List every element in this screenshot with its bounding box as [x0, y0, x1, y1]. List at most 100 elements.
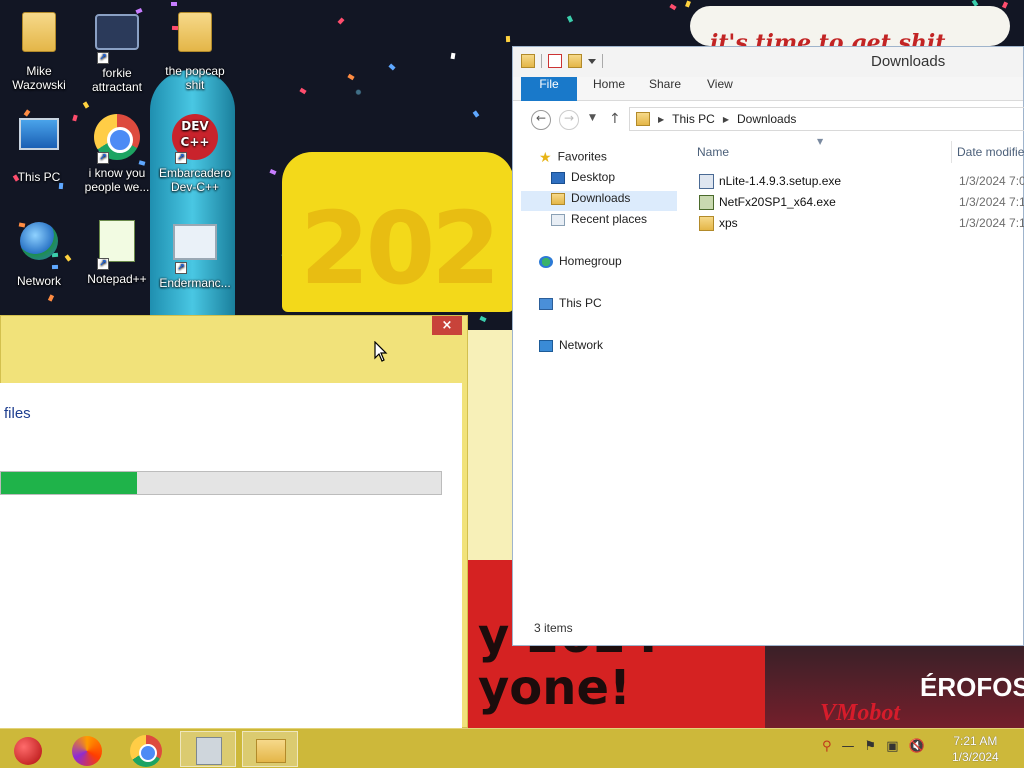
action-center-flag-icon[interactable]: ⚑ — [865, 739, 877, 754]
nav-label: This PC — [559, 296, 602, 310]
up-button[interactable]: ↑ — [609, 111, 621, 127]
nav-homegroup[interactable]: Homegroup — [539, 254, 622, 274]
tab-view[interactable]: View — [693, 77, 747, 101]
taskbar-app-setup[interactable] — [180, 731, 236, 767]
confetti-piece — [566, 15, 574, 23]
nav-label: Favorites — [557, 149, 607, 164]
nav-label: Downloads — [571, 191, 631, 205]
nav-favorites[interactable]: ★ Favorites — [539, 149, 607, 169]
new-folder-icon[interactable] — [568, 54, 582, 68]
chevron-down-icon[interactable] — [588, 58, 596, 64]
installer-icon — [699, 195, 714, 210]
firefox-icon — [72, 736, 102, 766]
taskbar-app-chrome[interactable] — [118, 731, 174, 767]
show-hidden-icons-icon[interactable]: — — [842, 739, 855, 754]
nav-desktop[interactable]: Desktop — [551, 170, 615, 190]
desktop-icon-network[interactable]: Network — [0, 216, 78, 288]
system-tray: ⚲ — ⚑ ▣ 🔇 — [822, 739, 925, 754]
breadcrumb-this-pc[interactable]: This PC — [672, 112, 715, 126]
wallpaper-city-sign2: VMobot — [820, 700, 901, 726]
app-shortcut-icon: ↗ — [93, 14, 141, 64]
sort-caret-icon: ▼ — [817, 137, 824, 146]
homegroup-icon — [539, 255, 553, 268]
dialog-close-button[interactable]: × — [432, 316, 462, 335]
desktop-icon-label: i know you people we... — [84, 166, 150, 194]
computer-icon — [15, 118, 63, 166]
taskbar: ⚲ — ⚑ ▣ 🔇 7:21 AM 1/3/2024 — [0, 728, 1024, 768]
desktop-icon-chrome-shortcut[interactable]: ↗ i know you people we... — [78, 112, 156, 194]
qat-divider — [602, 54, 603, 68]
taskbar-clock[interactable]: 7:21 AM 1/3/2024 — [952, 733, 999, 765]
file-row[interactable]: NetFx20SP1_x64.exe 1/3/2024 7:11 — [693, 192, 1024, 213]
desktop-icon-label: This PC — [17, 170, 61, 184]
tab-home[interactable]: Home — [579, 77, 639, 101]
file-date: 1/3/2024 7:11 — [959, 195, 1024, 209]
search-icon[interactable]: ⚲ — [822, 739, 832, 754]
wallpaper-cake-text: 202 — [300, 190, 501, 307]
installer-icon — [699, 174, 714, 189]
clock-time: 7:21 AM — [953, 734, 998, 748]
column-divider[interactable] — [951, 141, 952, 163]
properties-icon[interactable] — [548, 54, 562, 68]
recent-locations-chevron-icon[interactable]: ▼ — [589, 113, 596, 123]
nav-recent-places[interactable]: Recent places — [551, 212, 647, 232]
navigation-pane: ★ Favorites Desktop Downloads Recent plac… — [521, 143, 681, 613]
file-row[interactable]: nLite-1.4.9.3.setup.exe 1/3/2024 7:04 — [693, 171, 1024, 192]
nav-this-pc[interactable]: This PC — [539, 296, 602, 316]
breadcrumb-arrow-icon[interactable]: ▶ — [658, 115, 664, 124]
title-bar[interactable]: Downloads — [513, 47, 1023, 77]
desktop-icon — [551, 171, 565, 184]
quick-access-toolbar — [521, 54, 603, 68]
nav-downloads[interactable]: Downloads — [521, 191, 677, 211]
desktop-icon-devcpp[interactable]: DEV C++ ↗ Embarcadero Dev-C++ — [156, 112, 234, 194]
desktop-icon-label: Endermanc... — [159, 276, 231, 290]
confetti-piece — [450, 52, 456, 60]
nav-label: Homegroup — [559, 254, 622, 268]
confetti-piece — [505, 35, 511, 43]
status-bar: 3 items — [534, 621, 573, 635]
confetti-piece — [82, 101, 90, 109]
tab-share[interactable]: Share — [635, 77, 695, 101]
network-icon — [15, 222, 63, 270]
setup-icon — [196, 737, 222, 765]
breadcrumb-downloads[interactable]: Downloads — [737, 112, 796, 126]
folder-icon[interactable] — [521, 54, 535, 68]
file-name: nLite-1.4.9.3.setup.exe — [719, 174, 842, 188]
confetti-piece — [685, 0, 691, 8]
taskbar-app-ornament[interactable] — [0, 731, 56, 767]
volume-muted-icon[interactable]: 🔇 — [908, 739, 924, 754]
desktop-icon-mike-wazowski[interactable]: Mike Wazowski — [0, 8, 78, 92]
star-icon: ★ — [539, 149, 552, 165]
progress-bar-fill — [1, 472, 138, 494]
confetti-piece — [170, 1, 178, 7]
confetti-piece — [1001, 1, 1009, 9]
back-button[interactable]: ← — [531, 110, 551, 130]
chrome-icon: ↗ — [93, 114, 141, 164]
address-bar[interactable]: ▶ This PC ▶ Downloads — [629, 107, 1024, 131]
file-row[interactable]: xps 1/3/2024 7:13 — [693, 213, 1024, 234]
breadcrumb-arrow-icon[interactable]: ▶ — [723, 115, 729, 124]
confetti-piece — [472, 110, 480, 118]
desktop-icon-endermanch[interactable]: ↗ Endermanc... — [156, 216, 234, 290]
tab-file[interactable]: File — [521, 77, 577, 101]
desktop-icon-label: Network — [16, 274, 61, 288]
forward-button[interactable]: → — [559, 110, 579, 130]
desktop-icon-popcap[interactable]: the popcap shit — [156, 8, 234, 92]
file-name: xps — [719, 216, 738, 230]
taskbar-app-file-explorer[interactable] — [242, 731, 298, 767]
address-row: ← → ▼ ↑ ▶ This PC ▶ Downloads — [513, 101, 1024, 137]
desktop-icon-this-pc[interactable]: This PC — [0, 112, 78, 184]
desktop-icon-label: Mike Wazowski — [12, 64, 66, 92]
network-tray-icon[interactable]: ▣ — [886, 739, 898, 754]
network-icon — [539, 339, 553, 352]
file-date: 1/3/2024 7:13 — [959, 216, 1024, 230]
desktop-icon-notepadpp[interactable]: ↗ Notepad++ — [78, 216, 156, 286]
column-header-name[interactable]: Name — [697, 145, 729, 159]
devcpp-icon: DEV C++ ↗ — [171, 114, 219, 164]
taskbar-app-firefox[interactable] — [58, 731, 114, 767]
column-header-date[interactable]: Date modifie — [957, 145, 1024, 159]
folder-icon — [171, 12, 219, 60]
explorer-window: Downloads File Home Share View ← → ▼ ↑ ▶… — [512, 46, 1024, 646]
desktop-icon-forkie-attractant[interactable]: ↗ forkie attractant — [78, 8, 156, 94]
nav-network[interactable]: Network — [539, 338, 603, 358]
